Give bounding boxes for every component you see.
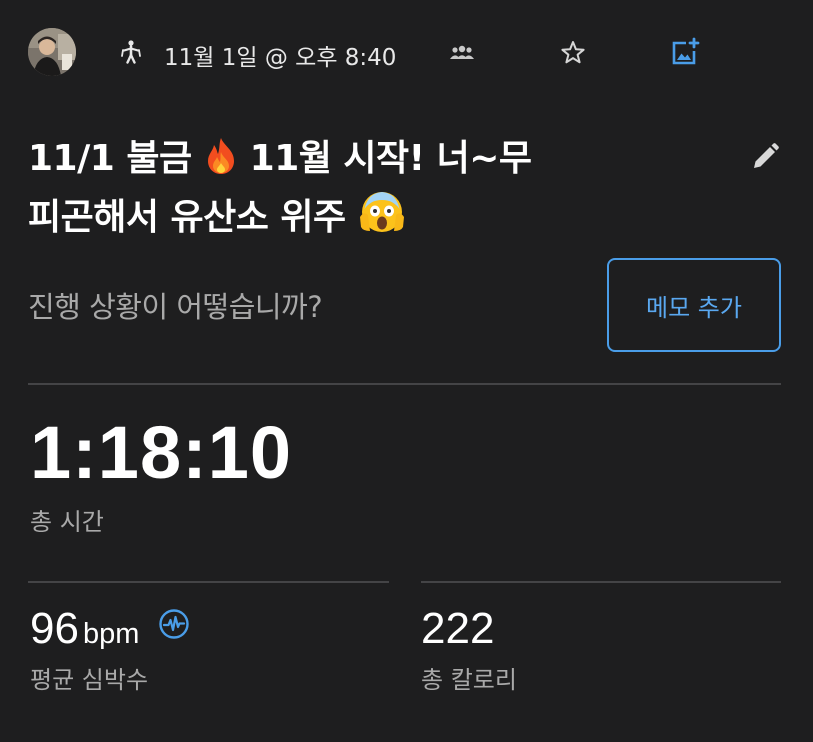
jump-rope-person-icon xyxy=(121,40,141,64)
activity-title-line-1: 11/1 불금 11월 시작! 너~무 xyxy=(28,130,688,187)
avg-heart-rate-unit: bpm xyxy=(82,618,140,650)
pencil-icon[interactable] xyxy=(750,142,780,172)
star-outline-icon[interactable] xyxy=(559,39,587,67)
total-time-label: 총 시간 xyxy=(30,508,104,536)
activity-detail-page: 11월 1일 @ 오후 8:40 11/1 불금 11월 시작! 너~무 피곤해… xyxy=(0,0,813,742)
activity-title-line-2: 피곤해서 유산소 위주 xyxy=(28,187,688,246)
stat-divider-left xyxy=(28,581,389,583)
fire-emoji-icon xyxy=(207,138,234,174)
avatar-photo-icon xyxy=(28,28,76,76)
title-text-part-1: 11/1 불금 xyxy=(28,138,192,179)
total-calories-label: 총 칼로리 xyxy=(421,666,517,694)
title-text-part-2: 11월 시작! 너~무 xyxy=(249,138,532,179)
total-calories-value: 222 xyxy=(421,604,495,653)
avatar[interactable] xyxy=(28,28,76,76)
add-memo-button[interactable]: 메모 추가 xyxy=(607,258,781,352)
avg-heart-rate-value: 96 xyxy=(30,604,79,653)
stat-divider-right xyxy=(421,581,781,583)
avg-heart-rate-label: 평균 심박수 xyxy=(30,666,149,694)
memo-prompt[interactable]: 진행 상황이 어떻습니까? xyxy=(28,284,323,326)
activity-header: 11월 1일 @ 오후 8:40 xyxy=(28,28,788,78)
section-divider xyxy=(28,383,781,385)
add-photo-icon[interactable] xyxy=(670,37,700,67)
screaming-face-emoji-icon xyxy=(359,192,404,232)
group-people-icon[interactable] xyxy=(448,40,476,64)
title-text-part-3: 피곤해서 유산소 위주 xyxy=(28,197,346,238)
heart-rate-icon[interactable] xyxy=(158,608,190,640)
total-time-value: 1:18:10 xyxy=(30,411,293,494)
activity-title: 11/1 불금 11월 시작! 너~무 피곤해서 유산소 위주 xyxy=(28,130,688,246)
activity-datetime: 11월 1일 @ 오후 8:40 xyxy=(164,45,397,71)
avg-heart-rate-stat: 96 bpm xyxy=(30,604,139,654)
